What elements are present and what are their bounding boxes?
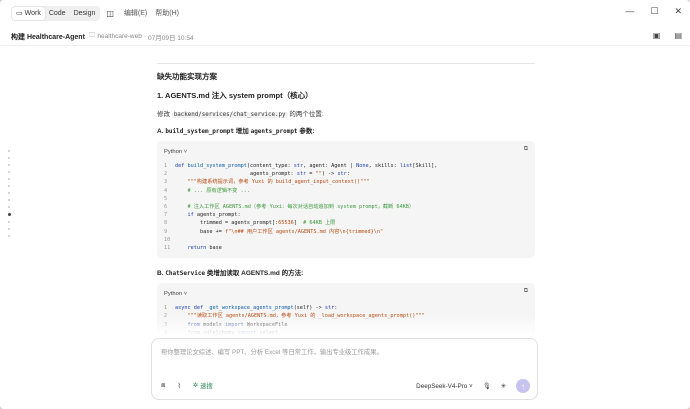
modify-paragraph: 修改 backend/services/chat_service.py 的两个位… [157, 108, 535, 118]
app-window: ▭ Work Code Design ◫ 编辑(E) 帮助(H) — ☐ ✕ 构建… [0, 0, 690, 409]
folder-icon: 🗀 [88, 32, 96, 39]
conversation-title: 构建 Healthcare-Agent [11, 33, 85, 41]
title-bar: ▭ Work Code Design ◫ 编辑(E) 帮助(H) — ☐ ✕ [0, 0, 690, 26]
section-title: 缺失功能实现方案 [157, 72, 217, 81]
paperclip-icon[interactable]: ⌇ [177, 382, 180, 390]
code-line: 8 trimmed = agents_prompt[:65536] # 64KB… [164, 220, 336, 227]
scroll-dot[interactable] [8, 178, 10, 180]
code-line: 3 """构建系统提示词，参考 Yuxi 的 build_agent_input… [164, 179, 370, 186]
code-line: 4 # ... 原有逻辑不变 ... [164, 187, 250, 194]
layout-icon[interactable]: ▤ [674, 31, 682, 40]
code-line: 1 async def _get_workspace_agents_prompt(… [164, 305, 338, 312]
subheading-b-suffix: 类增加读取 AGENTS.md 的方法: [206, 270, 304, 278]
scroll-dot[interactable] [8, 228, 10, 230]
item1-title: 1. AGENTS.md 注入 system prompt（核心） [157, 91, 313, 100]
code-language-label: Python [164, 149, 183, 155]
code-line: 7 if agents_prompt: [164, 212, 241, 219]
scroll-dot[interactable] [8, 185, 10, 187]
code-line: 1 def build_system_prompt(content_type: s… [164, 163, 438, 169]
subheading-b-code: ChatService [165, 270, 206, 278]
code-line: 6 # 注入工作区 AGENTS.md（参考 Yuxi：每次对话自动追加到 sy… [164, 204, 415, 211]
conversation-header: 构建 Healthcare-Agent 🗀 healthcare-web · 0… [0, 28, 690, 46]
subheading-b: B. ChatService 类增加读取 AGENTS.md 的方法: [157, 267, 535, 277]
maximize-icon[interactable]: ☐ [650, 6, 658, 17]
model-selector[interactable]: DeepSeek-V4-Pro ˅ [416, 383, 473, 390]
input-tools-right: DeepSeek-V4-Pro ˅ 🎙 ✳ ↑ [416, 379, 530, 393]
code-line: 10 [164, 236, 171, 243]
content-fade [150, 315, 540, 338]
tab-code-label: Code [48, 9, 66, 17]
subheading-b-prefix: B. [157, 270, 164, 278]
sidebar-toggle-icon[interactable]: ◫ [106, 9, 114, 18]
modify-path: backend/services/chat_service.py [171, 112, 288, 118]
menu-help[interactable]: 帮助(H) [155, 10, 179, 17]
panel-icon[interactable]: ▣ [653, 31, 661, 40]
code-line: 11 return base [164, 245, 222, 252]
code-language[interactable]: Python ˅ [164, 149, 187, 155]
sparkle-icon: ✲ [192, 382, 199, 389]
menu-bar: 编辑(E) 帮助(H) [124, 8, 185, 18]
code-language-label: Python [164, 291, 183, 298]
mode-tabs: ▭ Work Code Design [11, 5, 101, 21]
scroll-dot[interactable] [8, 206, 10, 208]
scroll-dot[interactable] [8, 157, 10, 159]
quick-search-label: 速搜 [200, 383, 213, 390]
code-line: 9 base += f"\n## 用户工作区 agents/AGENTS.md … [164, 228, 384, 235]
scroll-dot[interactable] [8, 235, 10, 237]
modify-suffix: 的两个位置: [289, 111, 324, 118]
code-language[interactable]: Python ˅ [164, 291, 187, 297]
tab-work[interactable]: ▭ Work [12, 6, 45, 20]
copy-icon[interactable]: ⧉ [524, 288, 528, 295]
code-lines: 1 def build_system_prompt(content_type: s… [164, 162, 528, 252]
model-name: DeepSeek-V4-Pro [416, 382, 468, 390]
book-icon: ▭ [16, 10, 23, 17]
chevron-down-icon: ˅ [469, 382, 473, 390]
divider [157, 63, 535, 64]
scroll-dot[interactable] [8, 150, 10, 152]
close-icon[interactable]: ✕ [674, 6, 682, 17]
subheading-a: A. build_system_prompt 增加 agents_prompt … [157, 125, 535, 135]
scroll-dot[interactable] [8, 171, 10, 173]
copy-icon[interactable]: ⧉ [524, 146, 528, 153]
header-actions: ▣ ▤ [653, 31, 682, 40]
scroll-dot-active[interactable] [8, 213, 11, 216]
subheading-a-mid: 增加 [235, 128, 249, 135]
arrow-up-icon: ↑ [521, 381, 525, 391]
scroll-dot[interactable] [8, 164, 10, 166]
chat-input[interactable]: 帮你整理论文综述、编写 PPT、分析 Excel 等日常工作，输出专业级工作成果… [161, 347, 383, 356]
scroll-dot[interactable] [8, 192, 10, 194]
voice-wave-icon[interactable]: ✳ [501, 383, 506, 390]
code-line: 2 agents_prompt: str = "") -> str: [164, 171, 350, 178]
attach-file-icon[interactable]: ⧈ [161, 382, 165, 390]
chevron-down-icon: ˅ [183, 149, 188, 155]
chat-input-box[interactable]: 帮你整理论文综述、编写 PPT、分析 Excel 等日常工作，输出专业级工作成果… [151, 338, 538, 400]
tab-design[interactable]: Design [70, 7, 100, 20]
scroll-dot[interactable] [8, 221, 10, 223]
chevron-down-icon: ˅ [183, 291, 188, 298]
window-controls: — ☐ ✕ [625, 6, 682, 17]
timestamp: 07月09日 10:54 [148, 34, 194, 42]
conversation-meta: 🗀 healthcare-web · 07月09日 10:54 [89, 31, 194, 42]
modify-prefix: 修改 [157, 111, 170, 118]
quick-search-toggle[interactable]: ✲ 速搜 [193, 381, 213, 390]
message-scroll-indicator [8, 150, 11, 237]
microphone-icon[interactable]: 🎙 [483, 382, 491, 390]
subheading-a-code: build_system_prompt [165, 128, 234, 135]
tab-work-label: Work [24, 9, 41, 17]
meta-separator: · [143, 33, 147, 40]
tab-code[interactable]: Code [45, 7, 70, 20]
send-button[interactable]: ↑ [516, 379, 530, 393]
message-content: 缺失功能实现方案 1. AGENTS.md 注入 system prompt（核… [157, 56, 535, 352]
input-tools-left: ⧈ ⌇ ✲ 速搜 [161, 381, 213, 391]
subheading-a-suffix: 参数: [299, 128, 315, 135]
code-line: 5 [164, 195, 168, 202]
folder-name[interactable]: healthcare-web [97, 33, 141, 40]
scroll-dot[interactable] [8, 199, 10, 201]
subheading-a-prefix: A. [157, 128, 164, 135]
tab-design-label: Design [73, 9, 96, 17]
subheading-a-code2: agents_prompt [250, 128, 298, 135]
minimize-icon[interactable]: — [625, 6, 634, 17]
menu-edit[interactable]: 编辑(E) [124, 10, 147, 17]
code-block-1: Python ˅ ⧉ 1 def build_system_prompt(cont… [157, 141, 535, 259]
